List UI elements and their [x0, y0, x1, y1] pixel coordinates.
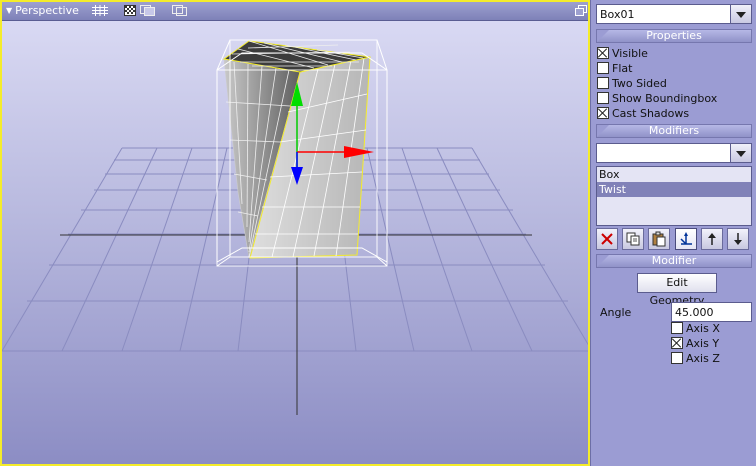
- viewport-3d-scene[interactable]: [2, 20, 588, 466]
- move-up-icon: [708, 233, 716, 245]
- modifiers-section-header[interactable]: Modifiers: [596, 124, 752, 138]
- move-modifier-up-button[interactable]: [701, 228, 723, 250]
- object-select-value: Box01: [600, 8, 635, 21]
- delete-modifier-button[interactable]: [596, 228, 618, 250]
- move-down-icon: [734, 233, 742, 245]
- angle-label: Angle: [600, 306, 632, 319]
- perspective-viewport[interactable]: ▼ Perspective: [0, 0, 590, 466]
- layers-view-icon[interactable]: [172, 5, 188, 16]
- modifier-item-twist[interactable]: Twist: [597, 182, 751, 197]
- chevron-down-icon[interactable]: [730, 5, 751, 23]
- copy-modifier-button[interactable]: [622, 228, 644, 250]
- visible-checkbox[interactable]: Visible: [597, 47, 648, 62]
- viewport-title: Perspective: [15, 4, 79, 17]
- grid-icon[interactable]: [92, 5, 108, 16]
- modifier-stack-list[interactable]: Box Twist: [596, 166, 752, 226]
- move-modifier-down-button[interactable]: [727, 228, 749, 250]
- view-menu-arrow-icon: ▼: [6, 6, 13, 15]
- delete-icon: [601, 233, 613, 245]
- axes-icon: [680, 232, 692, 245]
- chevron-down-icon[interactable]: [730, 144, 751, 162]
- modifier-item-box[interactable]: Box: [597, 167, 751, 182]
- shaded-view-icon[interactable]: [124, 5, 136, 16]
- two-sided-checkbox[interactable]: Two Sided: [597, 77, 667, 92]
- maximize-icon[interactable]: [575, 5, 587, 16]
- cast-shadows-checkbox[interactable]: Cast Shadows: [597, 107, 689, 122]
- properties-section-header[interactable]: Properties: [596, 29, 752, 43]
- object-select[interactable]: Box01: [596, 4, 752, 24]
- viewport-header: ▼ Perspective: [2, 2, 588, 21]
- angle-input[interactable]: 45.000: [671, 302, 752, 322]
- viewport-view-menu[interactable]: ▼ Perspective: [6, 4, 79, 17]
- modifier-section-header[interactable]: Modifier: [596, 254, 752, 268]
- edit-geometry-button[interactable]: Edit Geometry: [637, 273, 717, 307]
- edit-axes-button[interactable]: [675, 228, 697, 250]
- axis-y-checkbox[interactable]: Axis Y: [671, 337, 719, 352]
- properties-panel: Box01 Properties Visible Flat Two Sided …: [590, 0, 756, 466]
- modifier-type-select[interactable]: [596, 143, 752, 163]
- wireframe-view-icon[interactable]: [140, 5, 156, 16]
- paste-modifier-button[interactable]: [648, 228, 670, 250]
- flat-checkbox[interactable]: Flat: [597, 62, 632, 77]
- copy-icon: [626, 232, 640, 246]
- paste-icon: [652, 231, 666, 247]
- show-boundingbox-checkbox[interactable]: Show Boundingbox: [597, 92, 717, 107]
- axis-z-checkbox[interactable]: Axis Z: [671, 352, 720, 367]
- axis-x-checkbox[interactable]: Axis X: [671, 322, 720, 337]
